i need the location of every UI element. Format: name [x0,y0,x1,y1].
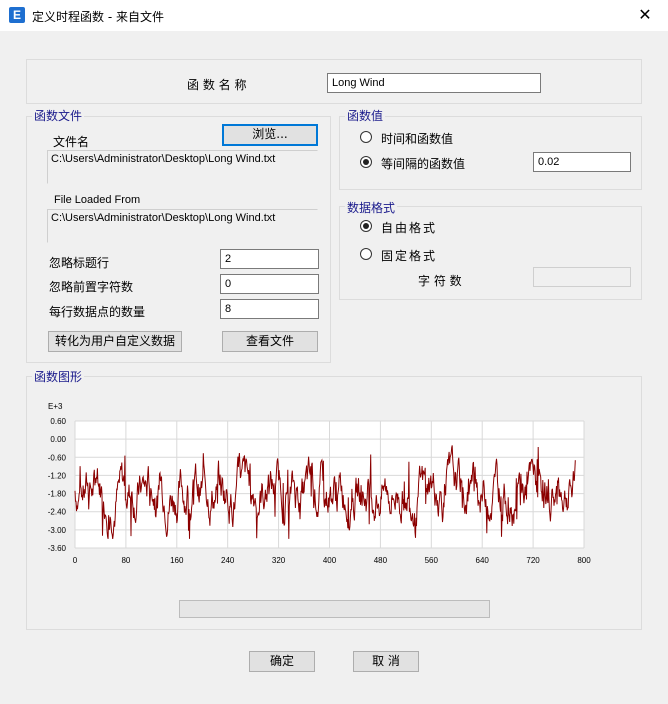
exponent-label: E+3 [48,402,63,411]
y-tick-label: -2.40 [48,508,67,517]
y-tick-label: -1.80 [48,490,67,499]
y-axis-ticks: 0.60 0.00 -0.60 -1.20 -1.80 -2.40 -3.00 -3.60 [48,417,67,553]
x-tick-label: 400 [323,556,337,565]
x-tick-label: 320 [272,556,286,565]
y-tick-label: -0.60 [48,453,67,462]
x-tick-label: 560 [425,556,439,565]
x-tick-label: 0 [73,556,78,565]
y-tick-label: -3.00 [48,526,67,535]
x-tick-label: 480 [374,556,388,565]
x-axis-ticks: 0 80 160 240 320 400 480 560 640 720 800 [73,556,591,565]
progress-bar [179,600,490,618]
x-tick-label: 160 [170,556,184,565]
y-tick-label: 0.00 [50,435,66,444]
y-tick-label: -1.20 [48,471,67,480]
x-tick-label: 640 [476,556,490,565]
ok-button[interactable]: 确定 [249,651,315,672]
x-tick-label: 800 [577,556,591,565]
x-tick-label: 240 [221,556,235,565]
y-tick-label: 0.60 [50,417,66,426]
cancel-button[interactable]: 取 消 [353,651,419,672]
y-tick-label: -3.60 [48,544,67,553]
x-tick-label: 720 [526,556,540,565]
x-tick-label: 80 [121,556,130,565]
function-chart: 0.60 0.00 -0.60 -1.20 -1.80 -2.40 -3.00 -3.60 0… [48,402,591,565]
